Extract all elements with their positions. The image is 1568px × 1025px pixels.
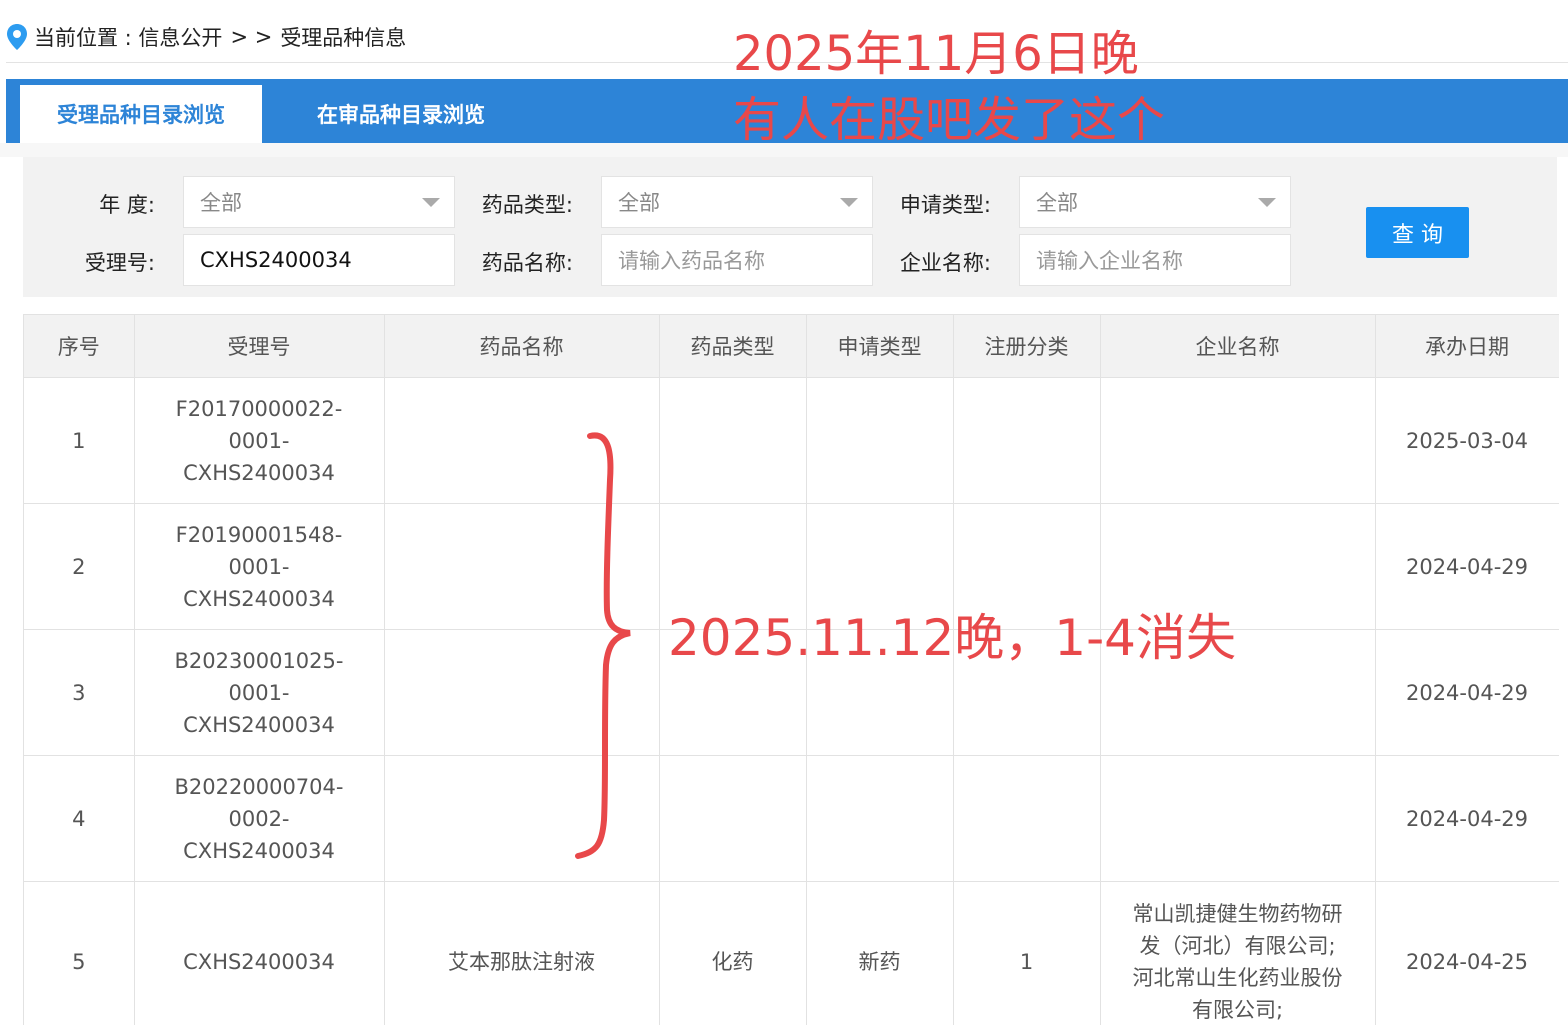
cell-index: 4 — [24, 756, 134, 882]
table-row[interactable]: 5 CXHS2400034 艾本那肽注射液 化药 新药 1 常山凯捷健生物药物研… — [24, 882, 1559, 1025]
cell-company: 常山凯捷健生物药物研 发（河北）有限公司; 河北常山生化药业股份 有限公司; — [1100, 882, 1375, 1025]
accept-no-line: B20220000704- — [135, 771, 384, 803]
accept-no-input[interactable]: CXHS2400034 — [183, 234, 455, 286]
cell-index: 5 — [24, 882, 134, 1025]
drug-type-select[interactable]: 全部 — [601, 176, 873, 228]
accept-no-line: CXHS2400034 — [135, 946, 384, 978]
col-header-date: 承办日期 — [1375, 315, 1559, 378]
breadcrumb-prefix[interactable]: 当前位置 : 信息公开 — [34, 22, 222, 52]
cell-index: 3 — [24, 630, 134, 756]
annotation-source: 有人在股吧发了这个 — [733, 80, 1165, 150]
accept-no-label: 受理号: — [25, 247, 155, 277]
year-label: 年 度: — [25, 189, 155, 219]
drug-name-label: 药品名称: — [443, 247, 573, 277]
cell-company — [1100, 756, 1375, 882]
breadcrumb: 当前位置 : 信息公开 > > 受理品种信息 — [6, 20, 406, 54]
apply-type-select[interactable]: 全部 — [1019, 176, 1291, 228]
col-header-reg-class: 注册分类 — [953, 315, 1100, 378]
accept-no-line: CXHS2400034 — [135, 583, 384, 615]
apply-type-select-value: 全部 — [1036, 187, 1078, 217]
cell-apply-type: 新药 — [806, 882, 953, 1025]
table-row[interactable]: 1 F20170000022- 0001- CXHS2400034 2025-0… — [24, 378, 1559, 504]
cell-accept-no: B20230001025- 0001- CXHS2400034 — [134, 630, 384, 756]
accept-no-line: 0001- — [135, 551, 384, 583]
breadcrumb-current: 受理品种信息 — [280, 22, 406, 52]
tab-under-review-catalog[interactable]: 在审品种目录浏览 — [276, 85, 526, 143]
accept-no-line: CXHS2400034 — [135, 835, 384, 867]
accept-no-line: CXHS2400034 — [135, 457, 384, 489]
location-pin-icon — [6, 23, 28, 51]
cell-accept-no: CXHS2400034 — [134, 882, 384, 1025]
accept-no-line: 0001- — [135, 425, 384, 457]
drug-type-label: 药品类型: — [443, 189, 573, 219]
cell-drug-name: 艾本那肽注射液 — [384, 882, 659, 1025]
cell-reg-class — [953, 756, 1100, 882]
annotation-date: 2025年11月6日晚 — [733, 14, 1139, 84]
accept-no-line: B20230001025- — [135, 645, 384, 677]
col-header-accept-no: 受理号 — [134, 315, 384, 378]
col-header-company: 企业名称 — [1100, 315, 1375, 378]
cell-index: 2 — [24, 504, 134, 630]
company-line: 有限公司; — [1101, 994, 1375, 1025]
cell-reg-class — [953, 378, 1100, 504]
cell-date: 2024-04-29 — [1375, 504, 1559, 630]
cell-drug-type — [659, 756, 806, 882]
cell-date: 2024-04-25 — [1375, 882, 1559, 1025]
breadcrumb-separator: > > — [230, 25, 272, 49]
query-button[interactable]: 查 询 — [1366, 207, 1469, 258]
year-select[interactable]: 全部 — [183, 176, 455, 228]
cell-accept-no: F20170000022- 0001- CXHS2400034 — [134, 378, 384, 504]
cell-apply-type — [806, 756, 953, 882]
chevron-down-icon — [422, 198, 440, 207]
cell-reg-class: 1 — [953, 882, 1100, 1025]
col-header-index: 序号 — [24, 315, 134, 378]
cell-accept-no: F20190001548- 0001- CXHS2400034 — [134, 504, 384, 630]
cell-company — [1100, 378, 1375, 504]
accept-no-line: 0002- — [135, 803, 384, 835]
cell-drug-type — [659, 378, 806, 504]
company-label: 企业名称: — [861, 247, 991, 277]
col-header-drug-name: 药品名称 — [384, 315, 659, 378]
drug-type-select-value: 全部 — [618, 187, 660, 217]
cell-drug-type: 化药 — [659, 882, 806, 1025]
year-select-value: 全部 — [200, 187, 242, 217]
annotation-disappeared: 2025.11.12晚，1-4消失 — [668, 598, 1236, 670]
col-header-apply-type: 申请类型 — [806, 315, 953, 378]
table-row[interactable]: 4 B20220000704- 0002- CXHS2400034 2024-0… — [24, 756, 1559, 882]
company-input[interactable]: 请输入企业名称 — [1019, 234, 1291, 286]
accept-no-line: F20190001548- — [135, 519, 384, 551]
cell-index: 1 — [24, 378, 134, 504]
apply-type-label: 申请类型: — [861, 189, 991, 219]
table-header-row: 序号 受理号 药品名称 药品类型 申请类型 注册分类 企业名称 承办日期 — [24, 315, 1559, 378]
tab-accepted-catalog[interactable]: 受理品种目录浏览 — [20, 85, 262, 143]
chevron-down-icon — [1258, 198, 1276, 207]
drug-name-input[interactable]: 请输入药品名称 — [601, 234, 873, 286]
accept-no-line: 0001- — [135, 677, 384, 709]
chevron-down-icon — [840, 198, 858, 207]
curly-brace-annotation — [560, 420, 650, 870]
company-line: 发（河北）有限公司; — [1101, 930, 1375, 962]
accept-no-line: CXHS2400034 — [135, 709, 384, 741]
company-line: 河北常山生化药业股份 — [1101, 962, 1375, 994]
cell-date: 2024-04-29 — [1375, 756, 1559, 882]
cell-apply-type — [806, 378, 953, 504]
cell-date: 2024-04-29 — [1375, 630, 1559, 756]
cell-accept-no: B20220000704- 0002- CXHS2400034 — [134, 756, 384, 882]
cell-date: 2025-03-04 — [1375, 378, 1559, 504]
accept-no-line: F20170000022- — [135, 393, 384, 425]
col-header-drug-type: 药品类型 — [659, 315, 806, 378]
company-line: 常山凯捷健生物药物研 — [1101, 898, 1375, 930]
